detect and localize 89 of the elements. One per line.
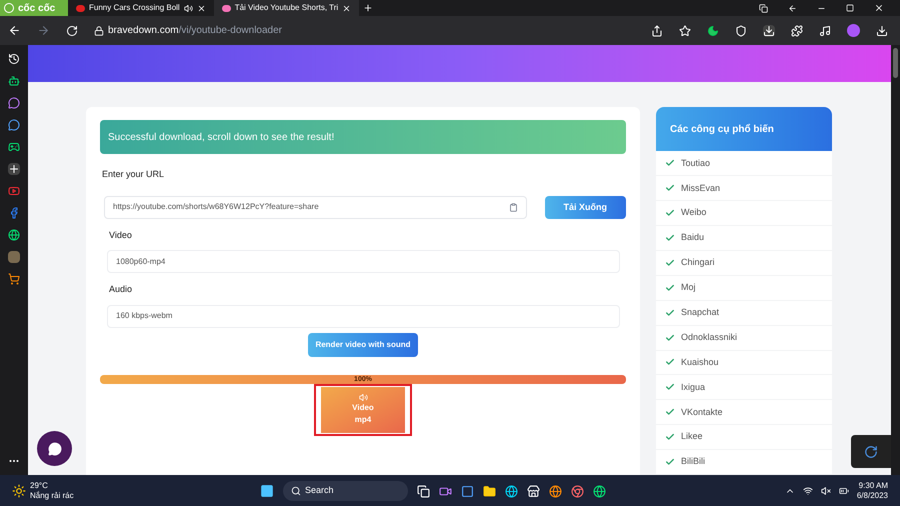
scrollbar-thumb[interactable] xyxy=(893,48,898,78)
check-icon xyxy=(665,457,675,468)
share-icon[interactable] xyxy=(651,24,663,36)
start-icon[interactable] xyxy=(260,484,274,498)
music-icon[interactable] xyxy=(819,24,831,36)
url-field[interactable]: https://youtube.com/shorts/w68Y6W12PcY?feature=share xyxy=(104,196,526,219)
render-button[interactable]: Render video with sound xyxy=(308,332,418,357)
chat-bubble[interactable] xyxy=(37,431,72,466)
check-icon xyxy=(665,332,675,343)
history-icon[interactable] xyxy=(8,53,20,65)
weather-description: Nắng rải rác xyxy=(30,490,74,500)
weather-icon xyxy=(12,484,26,498)
clipboard-icon[interactable] xyxy=(508,202,518,212)
check-icon xyxy=(665,158,675,168)
tool-link[interactable]: Weibo xyxy=(681,206,706,220)
tool-link[interactable]: MissEvan xyxy=(681,182,720,195)
check-icon xyxy=(665,432,675,442)
mute-icon[interactable] xyxy=(820,486,831,496)
check-icon xyxy=(665,308,675,318)
tool-link[interactable]: Likee xyxy=(681,430,703,444)
field-label: Video xyxy=(109,228,133,242)
moon-icon[interactable] xyxy=(707,24,719,36)
wifi-icon[interactable] xyxy=(802,486,813,496)
video-quality-field[interactable]: 1080p60-mp4 xyxy=(107,250,620,274)
speaker-icon xyxy=(358,393,368,402)
lock-icon xyxy=(94,26,104,36)
search-icon xyxy=(291,486,301,496)
browser-icon[interactable] xyxy=(593,484,606,498)
tool-link[interactable]: Toutiao xyxy=(681,156,710,170)
check-icon xyxy=(665,357,675,368)
chrome-icon[interactable] xyxy=(571,484,584,498)
add-icon[interactable] xyxy=(8,163,20,175)
clock-time: 9:30 AM xyxy=(858,480,888,490)
close-icon[interactable] xyxy=(342,4,352,12)
tools-header: Các công cụ phổ biến xyxy=(656,107,832,152)
folder-icon[interactable] xyxy=(483,484,496,498)
tool-link[interactable]: Chingari xyxy=(681,256,715,270)
back-icon[interactable] xyxy=(8,24,21,37)
photo-placeholder[interactable] xyxy=(8,251,20,263)
app-icon[interactable] xyxy=(461,484,474,498)
play-icon[interactable] xyxy=(8,185,20,197)
recaptcha-badge[interactable] xyxy=(851,435,891,468)
browser-icon[interactable] xyxy=(505,484,518,498)
check-icon xyxy=(665,258,675,268)
tool-link[interactable]: Baidu xyxy=(681,231,704,245)
browser-icon[interactable] xyxy=(549,484,562,498)
check-icon xyxy=(665,208,675,218)
tool-link[interactable]: Snapchat xyxy=(681,306,720,320)
tool-link[interactable]: BiliBili xyxy=(681,455,706,469)
profile-avatar[interactable] xyxy=(847,24,860,37)
tool-link[interactable]: Kuaishou xyxy=(681,356,719,370)
chat-icon[interactable] xyxy=(8,119,20,131)
forward-icon[interactable] xyxy=(37,24,50,37)
chat-icon[interactable] xyxy=(8,97,20,109)
address-field[interactable]: bravedown.com/vi/youtube-downloader xyxy=(108,23,282,38)
tool-link[interactable]: Moj xyxy=(681,281,696,295)
clock-date: 6/8/2023 xyxy=(856,490,888,500)
cart-icon[interactable] xyxy=(8,273,20,285)
reload-icon[interactable] xyxy=(66,24,78,36)
video-call-icon[interactable] xyxy=(439,484,452,498)
star-icon[interactable] xyxy=(679,24,691,36)
gamepad-icon[interactable] xyxy=(8,141,20,153)
field-label: Enter your URL xyxy=(102,168,166,182)
check-icon xyxy=(665,407,675,418)
field-label: Audio xyxy=(109,283,134,296)
download-icon[interactable] xyxy=(763,24,775,36)
facebook-icon[interactable] xyxy=(8,207,20,219)
store-icon[interactable] xyxy=(527,484,540,498)
tool-link[interactable]: VKontakte xyxy=(681,406,723,420)
browser-tab[interactable]: Tải Video Youtube Shorts, Tri xyxy=(214,0,360,16)
close-icon[interactable] xyxy=(196,4,206,12)
audio-quality-field[interactable]: 160 kbps-webm xyxy=(107,304,620,328)
success-alert: Successful download, scroll down to see the result! xyxy=(100,120,626,154)
robot-icon[interactable] xyxy=(8,75,20,87)
tool-link[interactable]: Odnoklassniki xyxy=(681,330,738,344)
check-icon xyxy=(665,282,675,293)
close-icon[interactable] xyxy=(874,3,884,13)
weather-temperature: 29°C xyxy=(30,480,49,490)
chat-icon xyxy=(48,442,62,456)
battery-icon[interactable] xyxy=(838,486,849,496)
puzzle-icon[interactable] xyxy=(791,24,803,36)
check-icon xyxy=(665,183,675,194)
check-icon xyxy=(665,233,675,244)
shield-icon[interactable] xyxy=(735,24,747,36)
taskbar-search[interactable]: Search xyxy=(283,481,408,501)
maximize-icon[interactable] xyxy=(846,4,854,12)
check-icon xyxy=(665,382,675,392)
tool-link[interactable]: Ixigua xyxy=(681,380,706,394)
download-icon[interactable] xyxy=(876,24,888,36)
